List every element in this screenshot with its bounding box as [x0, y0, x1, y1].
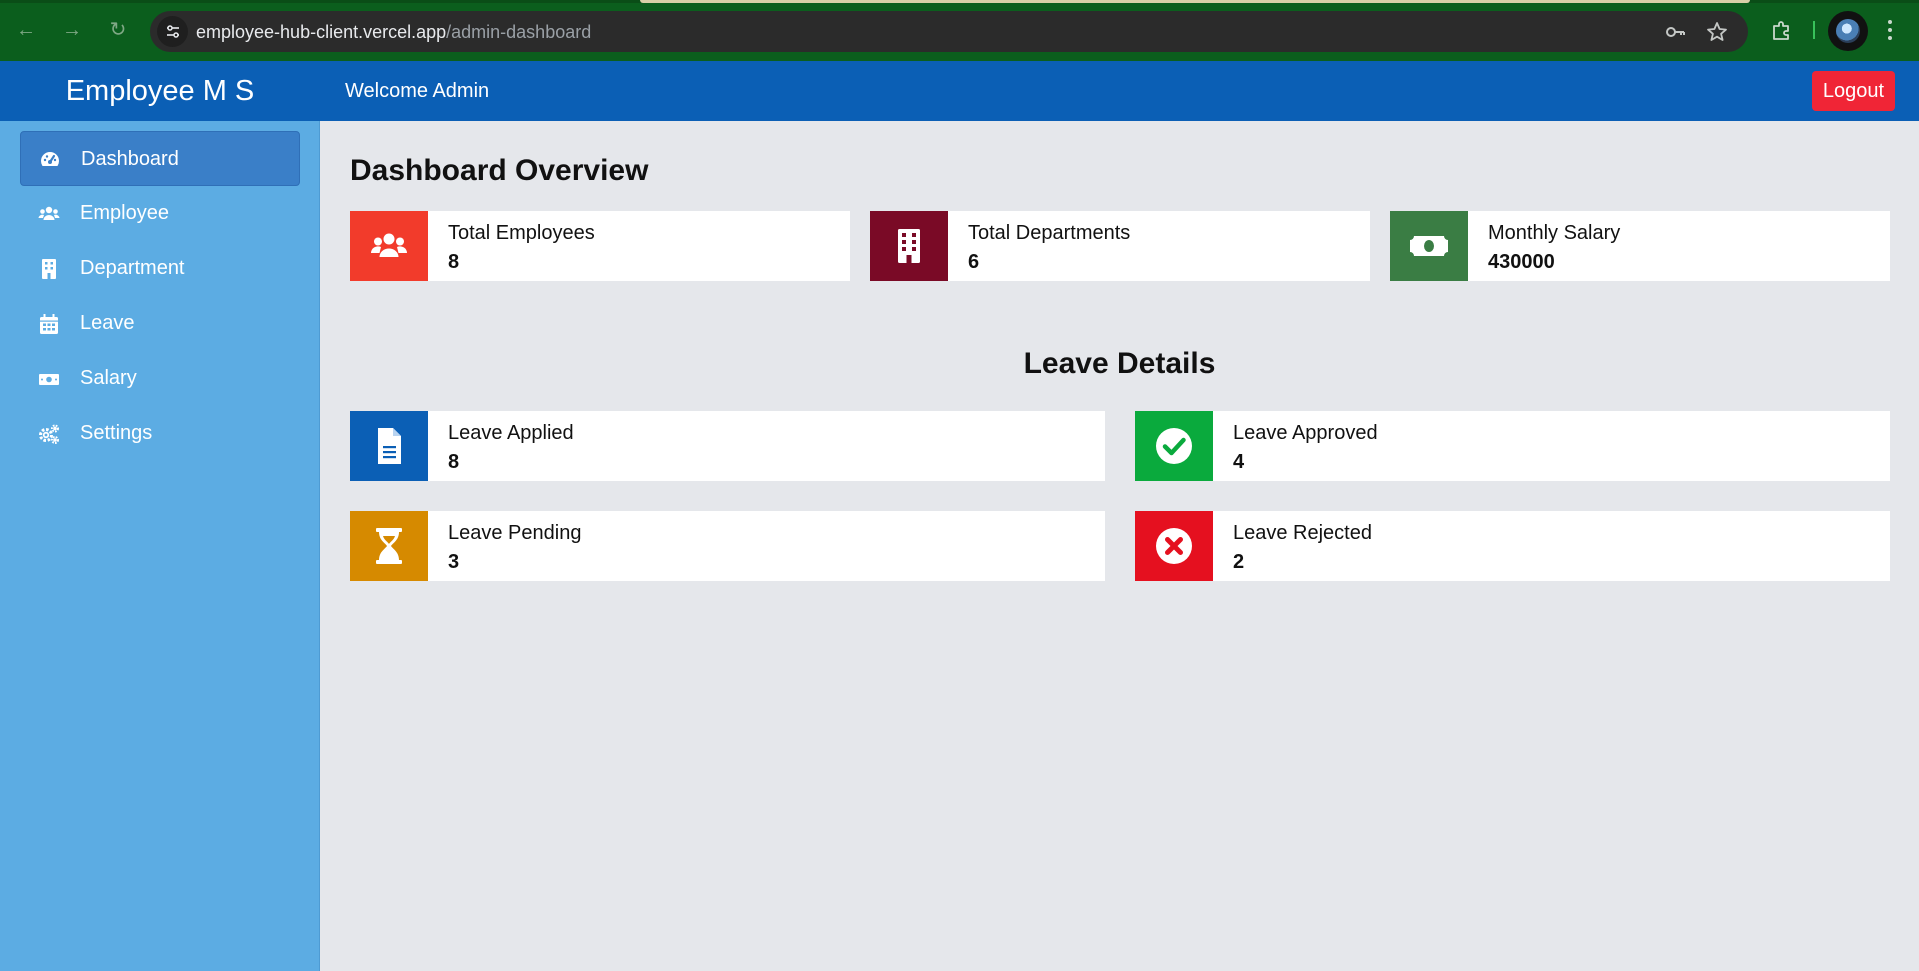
- avatar-image: [1836, 19, 1860, 43]
- brand-title: Employee M S: [65, 75, 255, 107]
- check-circle-icon: [1156, 428, 1192, 464]
- card-icon-box: [350, 511, 428, 581]
- url-host: employee-hub-client.vercel.app: [196, 22, 447, 42]
- card-value: 8: [448, 251, 460, 273]
- calendar-icon: [40, 314, 58, 334]
- card-value: 6: [968, 251, 980, 273]
- sidebar-item-label: Department: [80, 257, 185, 279]
- toolbar-divider: [1813, 21, 1815, 39]
- welcome-text: Welcome Admin: [345, 80, 490, 102]
- sidebar-item-label: Dashboard: [81, 148, 179, 170]
- card-label: Total Departments: [968, 222, 1131, 244]
- logout-button[interactable]: Logout: [1812, 71, 1895, 111]
- card-icon-box: [1135, 511, 1213, 581]
- gauge-icon: [40, 152, 60, 166]
- monthly-salary-card: Monthly Salary 430000: [1390, 211, 1890, 281]
- page-title: Dashboard Overview: [350, 154, 649, 187]
- sidebar-item-label: Salary: [80, 367, 137, 389]
- browser-menu-icon[interactable]: [1888, 20, 1894, 44]
- users-icon: [370, 233, 408, 257]
- building-icon: [42, 259, 56, 279]
- card-label: Monthly Salary: [1488, 222, 1621, 244]
- sidebar-item-leave[interactable]: Leave: [20, 296, 300, 351]
- app-header: Employee M S Welcome Admin Logout: [0, 61, 1919, 121]
- users-icon: [38, 206, 60, 220]
- card-label: Leave Pending: [448, 522, 582, 544]
- url-text[interactable]: employee-hub-client.vercel.app/admin-das…: [196, 22, 591, 43]
- sidebar-item-label: Employee: [80, 202, 169, 224]
- leave-approved-card: Leave Approved 4: [1135, 411, 1890, 481]
- money-bill-icon: [1410, 236, 1448, 256]
- browser-toolbar: ← → ↻ employee-hub-client.vercel.app/adm…: [0, 0, 1919, 61]
- card-value: 430000: [1488, 251, 1555, 273]
- bookmark-star-icon[interactable]: [1706, 21, 1728, 43]
- leave-applied-card: Leave Applied 8: [350, 411, 1105, 481]
- card-value: 8: [448, 451, 460, 473]
- url-path: /admin-dashboard: [446, 22, 592, 42]
- card-value: 4: [1233, 451, 1245, 473]
- file-icon: [378, 428, 401, 464]
- leave-rejected-card: Leave Rejected 2: [1135, 511, 1890, 581]
- card-label: Leave Applied: [448, 422, 574, 444]
- card-label: Total Employees: [448, 222, 595, 244]
- card-icon-box: [350, 411, 428, 481]
- password-key-icon[interactable]: [1664, 21, 1686, 43]
- card-icon-box: [1135, 411, 1213, 481]
- sidebar-item-dashboard[interactable]: Dashboard: [20, 131, 300, 186]
- total-departments-card: Total Departments 6: [870, 211, 1370, 281]
- sidebar-item-label: Leave: [80, 312, 135, 334]
- total-employees-card: Total Employees 8: [350, 211, 850, 281]
- money-bill-icon: [39, 374, 59, 385]
- sidebar: Dashboard Employee Department Leave Sala…: [0, 121, 320, 971]
- card-label: Leave Approved: [1233, 422, 1378, 444]
- card-icon-box: [870, 211, 948, 281]
- sidebar-item-department[interactable]: Department: [20, 241, 300, 296]
- forward-icon[interactable]: →: [58, 16, 86, 44]
- building-icon: [898, 229, 920, 263]
- address-bar[interactable]: employee-hub-client.vercel.app/admin-das…: [150, 11, 1748, 52]
- back-icon[interactable]: ←: [12, 16, 40, 44]
- sidebar-item-salary[interactable]: Salary: [20, 351, 300, 406]
- hourglass-icon: [376, 528, 402, 564]
- card-icon-box: [1390, 211, 1468, 281]
- sidebar-item-label: Settings: [80, 422, 153, 444]
- leave-pending-card: Leave Pending 3: [350, 511, 1105, 581]
- card-value: 2: [1233, 551, 1245, 573]
- site-info-icon[interactable]: [157, 16, 188, 47]
- profile-avatar[interactable]: [1828, 11, 1868, 51]
- cogs-icon: [39, 424, 59, 444]
- card-label: Leave Rejected: [1233, 522, 1372, 544]
- sidebar-item-employee[interactable]: Employee: [20, 186, 300, 241]
- section-title: Leave Details: [1023, 347, 1216, 380]
- card-icon-box: [350, 211, 428, 281]
- card-value: 3: [448, 551, 460, 573]
- sidebar-item-settings[interactable]: Settings: [20, 406, 300, 461]
- reload-icon[interactable]: ↻: [104, 16, 132, 44]
- active-tab-edge[interactable]: [640, 0, 1750, 3]
- times-circle-icon: [1156, 528, 1192, 564]
- extensions-puzzle-icon[interactable]: [1770, 18, 1794, 42]
